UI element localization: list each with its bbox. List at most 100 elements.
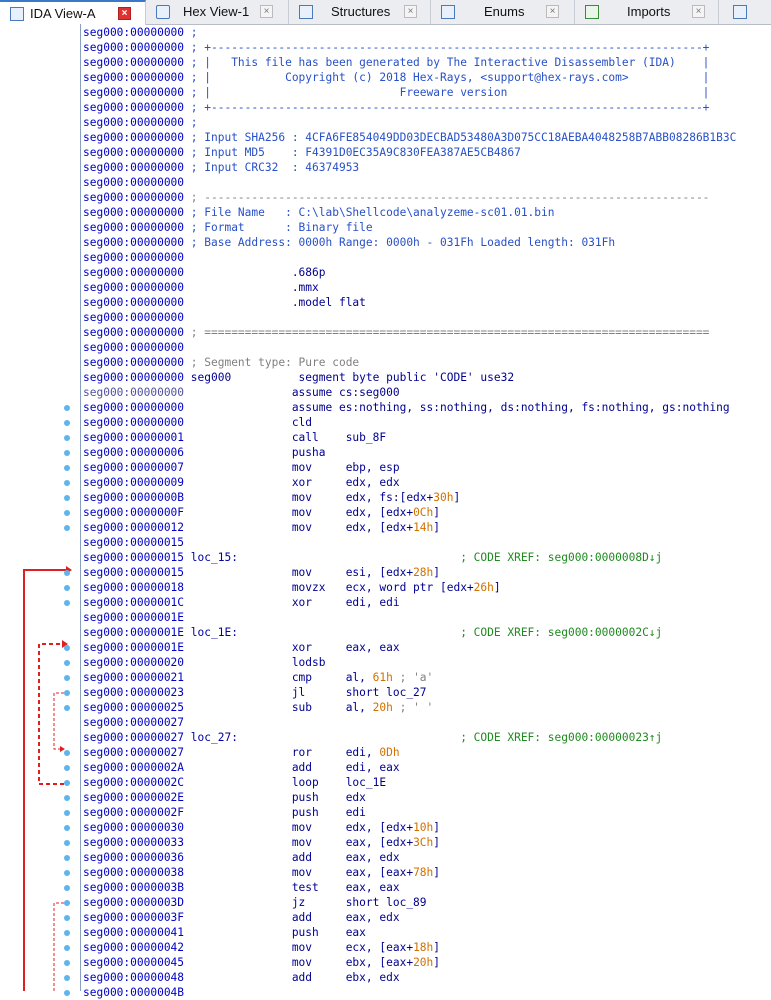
breakpoint-dot-icon[interactable]: [64, 765, 70, 771]
code-label[interactable]: loc_27:: [184, 731, 238, 744]
disasm-line[interactable]: seg000:0000003D jz short loc_89: [83, 895, 771, 910]
disasm-line[interactable]: seg000:00000048 add ebx, edx: [83, 970, 771, 985]
disasm-line[interactable]: seg000:00000020 lodsb: [83, 655, 771, 670]
breakpoint-dot-icon[interactable]: [64, 405, 70, 411]
breakpoint-dot-icon[interactable]: [64, 840, 70, 846]
breakpoint-dot-icon[interactable]: [64, 600, 70, 606]
close-icon[interactable]: ×: [546, 5, 559, 18]
disasm-line[interactable]: seg000:0000002F push edi: [83, 805, 771, 820]
disasm-line[interactable]: seg000:0000001E: [83, 610, 771, 625]
xref-comment[interactable]: ; CODE XREF: seg000:0000002C↓j: [238, 626, 662, 639]
disasm-line[interactable]: seg000:00000023 jl short loc_27: [83, 685, 771, 700]
disasm-line[interactable]: seg000:0000000F mov edx, [edx+0Ch]: [83, 505, 771, 520]
disasm-line[interactable]: seg000:00000000 ; | This file has been g…: [83, 55, 771, 70]
breakpoint-dot-icon[interactable]: [64, 585, 70, 591]
tab-enums[interactable]: Enums ×: [431, 0, 575, 24]
breakpoint-dot-icon[interactable]: [64, 795, 70, 801]
disasm-line[interactable]: seg000:00000000 .686p: [83, 265, 771, 280]
disasm-line[interactable]: seg000:0000001E loc_1E: ; CODE XREF: seg…: [83, 625, 771, 640]
disasm-line[interactable]: seg000:00000033 mov eax, [edx+3Ch]: [83, 835, 771, 850]
disasm-line[interactable]: seg000:0000000B mov edx, fs:[edx+30h]: [83, 490, 771, 505]
disasm-line[interactable]: seg000:00000000 ; Input SHA256 : 4CFA6FE…: [83, 130, 771, 145]
disasm-line[interactable]: seg000:00000015: [83, 535, 771, 550]
disasm-line[interactable]: seg000:00000000 ; Format : Binary file: [83, 220, 771, 235]
disasm-line[interactable]: seg000:00000042 mov ecx, [eax+18h]: [83, 940, 771, 955]
breakpoint-dot-icon[interactable]: [64, 930, 70, 936]
disasm-line[interactable]: seg000:00000006 pusha: [83, 445, 771, 460]
disasm-line[interactable]: seg000:00000041 push eax: [83, 925, 771, 940]
disasm-line[interactable]: seg000:00000015 loc_15: ; CODE XREF: seg…: [83, 550, 771, 565]
disasm-line[interactable]: seg000:0000002C loop loc_1E: [83, 775, 771, 790]
disasm-line[interactable]: seg000:0000002A add edi, eax: [83, 760, 771, 775]
close-icon[interactable]: ×: [260, 5, 273, 18]
disasm-line[interactable]: seg000:00000027: [83, 715, 771, 730]
disasm-line[interactable]: seg000:00000000 seg000 segment byte publ…: [83, 370, 771, 385]
disasm-line[interactable]: seg000:0000004B: [83, 985, 771, 1000]
disasm-line[interactable]: seg000:00000025 sub al, 20h ; ' ': [83, 700, 771, 715]
breakpoint-dot-icon[interactable]: [64, 705, 70, 711]
breakpoint-dot-icon[interactable]: [64, 870, 70, 876]
breakpoint-dot-icon[interactable]: [64, 975, 70, 981]
disasm-line[interactable]: seg000:00000000 ; +---------------------…: [83, 40, 771, 55]
breakpoint-dot-icon[interactable]: [64, 525, 70, 531]
breakpoint-dot-icon[interactable]: [64, 420, 70, 426]
xref-comment[interactable]: ; CODE XREF: seg000:00000023↑j: [238, 731, 662, 744]
disasm-line[interactable]: seg000:00000000 ; ======================…: [83, 325, 771, 340]
close-icon[interactable]: ×: [404, 5, 417, 18]
disasm-line[interactable]: seg000:00000000: [83, 175, 771, 190]
disasm-line[interactable]: seg000:00000000 ; | Copyright (c) 2018 H…: [83, 70, 771, 85]
breakpoint-dot-icon[interactable]: [64, 780, 70, 786]
close-icon[interactable]: ×: [118, 7, 131, 20]
tab-exports[interactable]: [719, 0, 771, 24]
disasm-line[interactable]: seg000:00000000 .mmx: [83, 280, 771, 295]
disasm-line[interactable]: seg000:00000000 ; File Name : C:\lab\She…: [83, 205, 771, 220]
tab-ida-view-a[interactable]: IDA View-A ×: [0, 0, 146, 25]
disasm-line[interactable]: seg000:00000027 loc_27: ; CODE XREF: seg…: [83, 730, 771, 745]
code-label[interactable]: loc_1E:: [184, 626, 238, 639]
breakpoint-dot-icon[interactable]: [64, 915, 70, 921]
tab-imports[interactable]: Imports ×: [575, 0, 719, 24]
disasm-line[interactable]: seg000:00000000: [83, 310, 771, 325]
disasm-line[interactable]: seg000:00000000: [83, 340, 771, 355]
disasm-line[interactable]: seg000:0000002E push edx: [83, 790, 771, 805]
close-icon[interactable]: ×: [692, 5, 705, 18]
disasm-line[interactable]: seg000:00000000 assume cs:seg000: [83, 385, 771, 400]
breakpoint-dot-icon[interactable]: [64, 945, 70, 951]
disasm-line[interactable]: seg000:00000021 cmp al, 61h ; 'a': [83, 670, 771, 685]
breakpoint-dot-icon[interactable]: [64, 855, 70, 861]
disasm-line[interactable]: seg000:00000007 mov ebp, esp: [83, 460, 771, 475]
disassembly-listing[interactable]: seg000:00000000 ; seg000:00000000 ; +----…: [83, 25, 771, 1000]
breakpoint-dot-icon[interactable]: [64, 900, 70, 906]
disasm-line[interactable]: seg000:00000012 mov edx, [edx+14h]: [83, 520, 771, 535]
breakpoint-dot-icon[interactable]: [64, 450, 70, 456]
breakpoint-dot-icon[interactable]: [64, 435, 70, 441]
disasm-line[interactable]: seg000:0000001E xor eax, eax: [83, 640, 771, 655]
code-label[interactable]: loc_15:: [184, 551, 238, 564]
disasm-line[interactable]: seg000:00000027 ror edi, 0Dh: [83, 745, 771, 760]
breakpoint-dot-icon[interactable]: [64, 480, 70, 486]
breakpoint-dot-icon[interactable]: [64, 825, 70, 831]
disasm-line[interactable]: seg000:00000045 mov ebx, [eax+20h]: [83, 955, 771, 970]
disasm-line[interactable]: seg000:00000000 ; Input MD5 : F4391D0EC3…: [83, 145, 771, 160]
disasm-line[interactable]: seg000:00000009 xor edx, edx: [83, 475, 771, 490]
breakpoint-dot-icon[interactable]: [64, 465, 70, 471]
disasm-line[interactable]: seg000:00000000 cld: [83, 415, 771, 430]
disasm-line[interactable]: seg000:00000000 ; Segment type: Pure cod…: [83, 355, 771, 370]
xref-comment[interactable]: ; CODE XREF: seg000:0000008D↓j: [238, 551, 662, 564]
disasm-line[interactable]: seg000:00000000 ; +---------------------…: [83, 100, 771, 115]
breakpoint-dot-icon[interactable]: [64, 495, 70, 501]
disasm-line[interactable]: seg000:00000015 mov esi, [edx+28h]: [83, 565, 771, 580]
breakpoint-dot-icon[interactable]: [64, 660, 70, 666]
breakpoint-dot-icon[interactable]: [64, 675, 70, 681]
breakpoint-dot-icon[interactable]: [64, 885, 70, 891]
disasm-line[interactable]: seg000:00000000 ; Input CRC32 : 46374953: [83, 160, 771, 175]
disasm-line[interactable]: seg000:00000000: [83, 250, 771, 265]
breakpoint-dot-icon[interactable]: [64, 750, 70, 756]
disasm-line[interactable]: seg000:00000000 assume es:nothing, ss:no…: [83, 400, 771, 415]
disasm-line[interactable]: seg000:0000003F add eax, edx: [83, 910, 771, 925]
disasm-line[interactable]: seg000:00000000 ;: [83, 115, 771, 130]
disasm-line[interactable]: seg000:00000000 ; Base Address: 0000h Ra…: [83, 235, 771, 250]
disasm-line[interactable]: seg000:00000001 call sub_8F: [83, 430, 771, 445]
breakpoint-dot-icon[interactable]: [64, 645, 70, 651]
breakpoint-dot-icon[interactable]: [64, 570, 70, 576]
